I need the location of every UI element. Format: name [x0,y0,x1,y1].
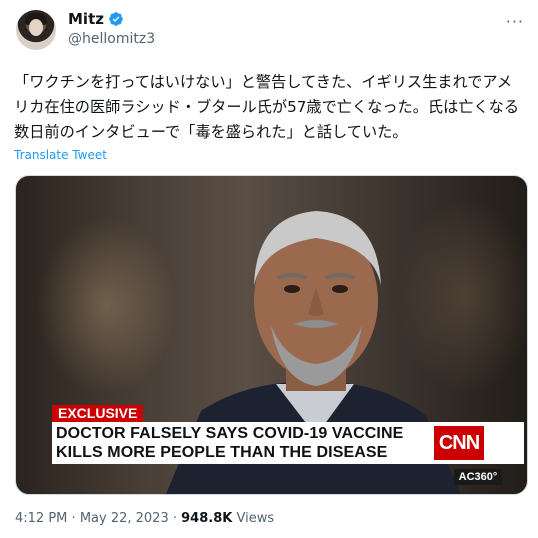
chyron-headline-line-2: KILLS MORE PEOPLE THAN THE DISEASE [56,444,388,461]
views-count: 948.8K [181,511,233,526]
cnn-logo: CNN [434,426,484,460]
tweet-text: 「ワクチンを打ってはいけない」と警告してきた、イギリス生まれでアメリカ在住の医師… [14,73,520,141]
chyron-headline-line-1: DOCTOR FALSELY SAYS COVID-19 VACCINE [56,425,404,442]
show-tag: AC360° [454,469,502,485]
meta-separator: · [71,511,76,526]
verified-badge-icon [109,12,123,26]
author-handle[interactable]: @hellomitz3 [68,31,155,47]
more-options-icon[interactable]: ··· [506,12,524,31]
tweet-date[interactable]: May 22, 2023 [80,511,169,526]
author-display-name[interactable]: Mitz [68,10,104,28]
tweet-media-image[interactable]: EXCLUSIVE DOCTOR FALSELY SAYS COVID-19 V… [15,175,528,495]
chyron-exclusive-tag: EXCLUSIVE [52,405,144,422]
tweet-meta: 4:12 PM · May 22, 2023 · 948.8K Views [15,511,274,526]
views-label: Views [236,511,275,526]
meta-separator: · [172,511,177,526]
avatar-face [29,19,43,36]
tweet-time[interactable]: 4:12 PM [15,511,67,526]
translate-tweet-link[interactable]: Translate Tweet [14,148,107,162]
avatar[interactable] [16,10,56,50]
author-name-row: Mitz [68,10,124,28]
